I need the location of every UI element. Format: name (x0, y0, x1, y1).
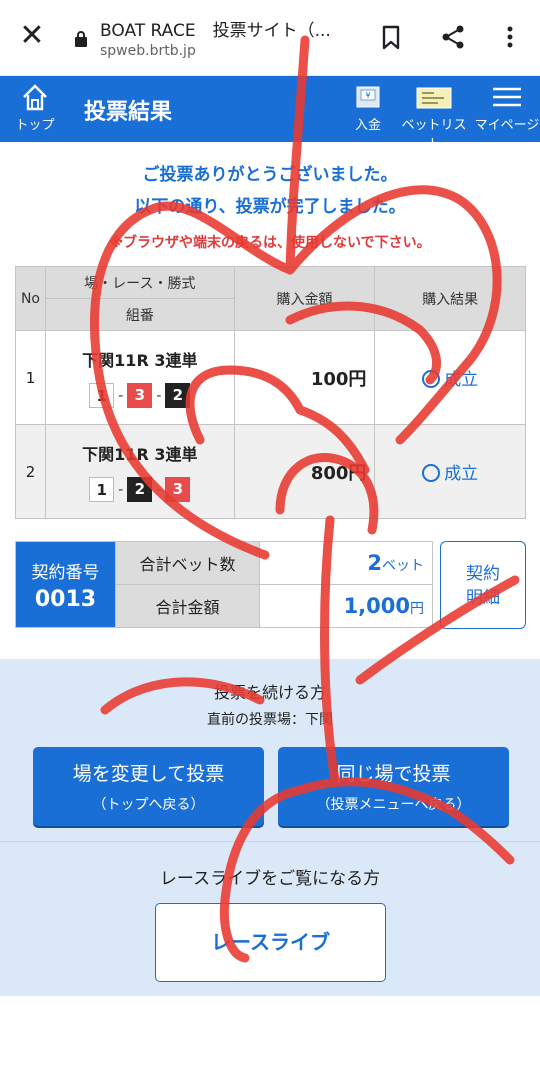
continue-title: 投票を続ける方 (213, 683, 326, 702)
nav-mypage-label: マイページ (474, 118, 540, 133)
circle-icon (422, 370, 441, 388)
table-row: 2 下関11R 3連単 1 - 2 - 3 800円 成立 (15, 424, 526, 519)
bet-result-table: No 場・レース・勝式 購入金額 購入結果 組番 1 下関11R 3連単 1 -… (15, 266, 526, 519)
total-amount-label: 合計金額 (115, 584, 260, 628)
contract-cell: 契約番号 0013 (15, 541, 116, 628)
same-venue-button[interactable]: 同じ場で投票 （投票メニューへ戻る） (278, 747, 509, 826)
bookmark-icon[interactable] (376, 22, 406, 52)
contract-detail-button[interactable]: 契約 明細 (440, 541, 526, 629)
table-row: 1 下関11R 3連単 1 - 3 - 2 100円 成立 (15, 330, 526, 425)
nav-deposit-button[interactable]: ¥ 入金 (346, 82, 390, 133)
nav-top-button[interactable]: トップ (10, 82, 60, 133)
contract-number: 0013 (34, 586, 97, 612)
contract-label: 契約番号 (31, 562, 100, 583)
circle-icon (422, 464, 441, 482)
boat-number-box: 2 (165, 383, 191, 408)
previous-venue: 直前の投票場：下関 (207, 712, 333, 728)
browser-toolbar: ✕ BOAT RACE 投票サイト（... spweb.brtb.jp (0, 0, 540, 76)
race-info: 下関11R 3連単 (82, 445, 198, 464)
total-bets-label: 合計ベット数 (115, 541, 260, 585)
hamburger-menu-icon (493, 87, 521, 107)
col-header-amount: 購入金額 (233, 266, 376, 331)
summary-table: 契約番号 0013 合計ベット数 2ベット 合計金額 1,000円 (15, 541, 433, 628)
combination-boxes: 1 - 2 - 3 (46, 477, 234, 502)
col-header-no: No (15, 266, 46, 331)
nav-deposit-label: 入金 (354, 118, 381, 133)
app-header: トップ 投票結果 ¥ 入金 ベットリスト マイページ (0, 76, 540, 152)
ticket-icon (416, 87, 452, 109)
thanks-message: ご投票ありがとうございました。 (142, 165, 398, 185)
continue-voting-section: 投票を続ける方 直前の投票場：下関 場を変更して投票 （トップへ戻る） 同じ場で… (0, 659, 540, 841)
race-live-button[interactable]: レースライブ (155, 903, 386, 982)
boat-number-box: 3 (165, 477, 191, 502)
race-info: 下関11R 3連単 (82, 351, 198, 370)
nav-betlist-button[interactable]: ベットリスト (400, 82, 468, 152)
col-header-result: 購入結果 (374, 266, 526, 331)
lock-icon (75, 31, 87, 47)
nav-betlist-label: ベットリスト (401, 118, 467, 152)
change-venue-button[interactable]: 場を変更して投票 （トップへ戻る） (33, 747, 264, 826)
more-menu-icon[interactable] (498, 22, 528, 52)
col-header-combination: 組番 (44, 298, 235, 331)
completion-message: 以下の通り、投票が完了しました。 (134, 197, 406, 217)
combination-boxes: 1 - 3 - 2 (46, 383, 234, 408)
nav-mypage-button[interactable]: マイページ (474, 82, 540, 133)
bet-amount: 800円 (233, 424, 376, 519)
bet-amount: 100円 (233, 330, 376, 425)
row-no: 1 (15, 330, 46, 425)
row-no: 2 (15, 424, 46, 519)
svg-text:¥: ¥ (365, 91, 370, 100)
total-amount-value: 1,000円 (259, 584, 433, 628)
nav-top-label: トップ (15, 118, 55, 133)
col-header-race-type: 場・レース・勝式 (44, 266, 235, 299)
boat-number-box: 3 (127, 383, 153, 408)
close-icon[interactable]: ✕ (18, 21, 46, 51)
page-title: 投票結果 (84, 100, 173, 125)
race-live-section: レースライブをご覧になる方 レースライブ (0, 841, 540, 996)
total-bets-value: 2ベット (259, 541, 433, 585)
atm-icon: ¥ (356, 86, 380, 108)
browser-url[interactable]: spweb.brtb.jp (100, 43, 196, 59)
home-icon (23, 84, 47, 111)
share-icon[interactable] (438, 22, 468, 52)
boat-number-box: 1 (89, 383, 115, 408)
bet-result: 成立 (422, 464, 478, 484)
race-live-title: レースライブをご覧になる方 (159, 869, 381, 889)
boat-number-box: 1 (89, 477, 115, 502)
bet-result: 成立 (422, 370, 478, 390)
browser-title: BOAT RACE 投票サイト（... (100, 21, 331, 41)
boat-number-box: 2 (127, 477, 153, 502)
warning-message: ※ブラウザや端末の戻るは、使用しないで下さい。 (109, 235, 431, 251)
